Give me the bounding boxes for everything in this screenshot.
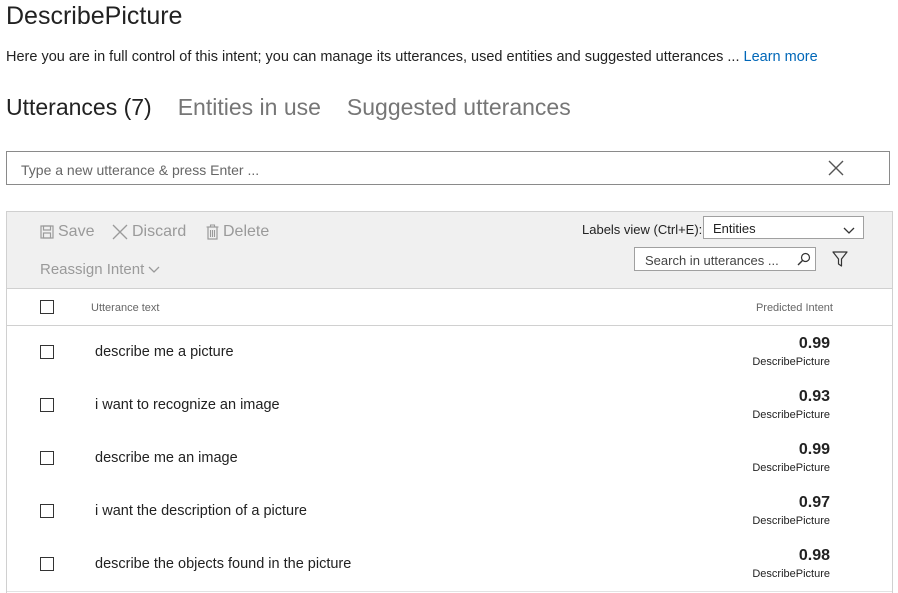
new-utterance-box: [6, 151, 890, 185]
row-checkbox[interactable]: [40, 345, 54, 359]
table-row[interactable]: describe me an image 0.99 DescribePictur…: [7, 432, 892, 486]
table-header: Utterance text Predicted Intent: [7, 289, 892, 326]
description-text: Here you are in full control of this int…: [6, 49, 744, 65]
column-predicted-intent: Predicted Intent: [755, 302, 833, 314]
intent-score: 0.93: [798, 388, 830, 405]
row-checkbox[interactable]: [40, 557, 54, 571]
delete-button[interactable]: Delete: [206, 223, 269, 241]
learn-more-link[interactable]: Learn more: [744, 49, 818, 65]
row-checkbox[interactable]: [40, 451, 54, 465]
utterance-text: describe me a picture: [95, 344, 234, 360]
predicted-intent: DescribePicture: [752, 409, 830, 421]
predicted-intent: DescribePicture: [752, 356, 830, 368]
search-input[interactable]: [643, 252, 795, 268]
table-row[interactable]: i want to recognize an image 0.93 Descri…: [7, 379, 892, 433]
discard-button[interactable]: Discard: [112, 223, 186, 241]
utterance-search: [634, 247, 816, 271]
utterance-text: i want the description of a picture: [95, 503, 307, 519]
table-row[interactable]: i want the description of a picture 0.97…: [7, 485, 892, 539]
tab-utterances[interactable]: Utterances (7): [6, 94, 152, 121]
intent-score: 0.99: [798, 335, 830, 352]
tab-bar: Utterances (7) Entities in use Suggested…: [6, 94, 597, 121]
intent-score: 0.97: [798, 494, 830, 511]
clear-icon[interactable]: [827, 159, 845, 177]
utterance-text: i want to recognize an image: [95, 397, 280, 413]
table-row[interactable]: describe the objects found in the pictur…: [7, 538, 892, 592]
predicted-intent: DescribePicture: [752, 462, 830, 474]
tab-entities-in-use[interactable]: Entities in use: [178, 94, 321, 121]
new-utterance-input[interactable]: [19, 158, 803, 182]
delete-label: Delete: [223, 223, 270, 240]
intent-score: 0.98: [798, 547, 830, 564]
table-row[interactable]: describe me a picture 0.99 DescribePictu…: [7, 326, 892, 380]
predicted-intent: DescribePicture: [752, 568, 830, 580]
reassign-label: Reassign Intent: [40, 261, 145, 278]
row-checkbox[interactable]: [40, 398, 54, 412]
save-icon: [40, 225, 54, 239]
labels-view-label: Labels view (Ctrl+E):: [582, 222, 703, 237]
utterances-panel: Save Discard Delete Reassign Intent Labe…: [6, 211, 893, 593]
intent-score: 0.99: [798, 441, 830, 458]
utterance-text: describe me an image: [95, 450, 238, 466]
predicted-intent: DescribePicture: [752, 515, 830, 527]
select-all-checkbox[interactable]: [40, 300, 54, 314]
save-button[interactable]: Save: [40, 223, 94, 241]
save-label: Save: [58, 223, 95, 240]
filter-icon[interactable]: [832, 251, 848, 272]
search-icon[interactable]: [797, 252, 811, 271]
intent-description: Here you are in full control of this int…: [6, 49, 818, 65]
tab-suggested-utterances[interactable]: Suggested utterances: [347, 94, 571, 121]
chevron-down-icon: [843, 223, 855, 238]
trash-icon: [206, 224, 219, 240]
chevron-down-icon: [148, 266, 160, 274]
row-checkbox[interactable]: [40, 504, 54, 518]
labels-view-value: Entities: [713, 221, 756, 236]
column-utterance-text: Utterance text: [91, 302, 160, 314]
utterance-text: describe the objects found in the pictur…: [95, 556, 352, 572]
page-title: DescribePicture: [6, 2, 183, 30]
discard-icon: [112, 224, 128, 240]
labels-view-select[interactable]: Entities: [703, 216, 864, 239]
discard-label: Discard: [132, 223, 187, 240]
toolbar: Save Discard Delete Reassign Intent Labe…: [7, 212, 892, 289]
reassign-intent-button[interactable]: Reassign Intent: [40, 261, 160, 278]
